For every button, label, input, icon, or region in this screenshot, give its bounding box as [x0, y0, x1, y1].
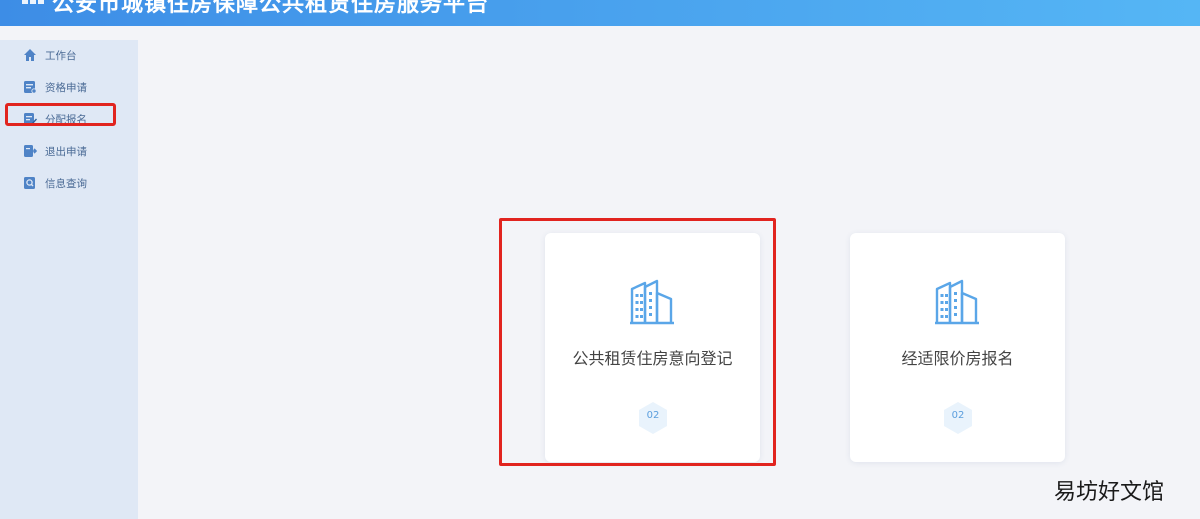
header-bar: 公安市城镇住房保障公共租赁住房服务平台: [0, 0, 1200, 26]
sidebar-item-label: 退出申请: [45, 146, 87, 158]
sidebar-item-label: 信息查询: [45, 178, 87, 190]
card-highlight-box: [499, 218, 776, 466]
card-title: 经适限价房报名: [901, 349, 1014, 368]
sidebar-item-workbench[interactable]: 工作台: [0, 40, 138, 72]
watermark-text: 易坊好文馆: [1054, 480, 1165, 505]
building-icon: [935, 279, 979, 325]
sidebar-item-exit-application[interactable]: 退出申请: [0, 136, 138, 168]
card-badge-number: 02: [951, 410, 965, 421]
sidebar-highlight-box: [5, 103, 116, 126]
application-form-icon: [24, 81, 37, 94]
search-document-icon: [24, 177, 35, 189]
sidebar-item-label: 资格申请: [45, 82, 87, 94]
app-title: 公安市城镇住房保障公共租赁住房服务平台: [52, 0, 490, 17]
sidebar-item-label: 工作台: [45, 50, 77, 62]
sidebar-item-information-query[interactable]: 信息查询: [0, 168, 138, 200]
exit-document-icon: [24, 145, 37, 157]
home-icon: [24, 49, 36, 61]
sidebar-item-qualification-application[interactable]: 资格申请: [0, 72, 138, 104]
card-affordable-housing-registration[interactable]: 经适限价房报名 02: [850, 233, 1065, 462]
logo-icon: [22, 0, 44, 4]
